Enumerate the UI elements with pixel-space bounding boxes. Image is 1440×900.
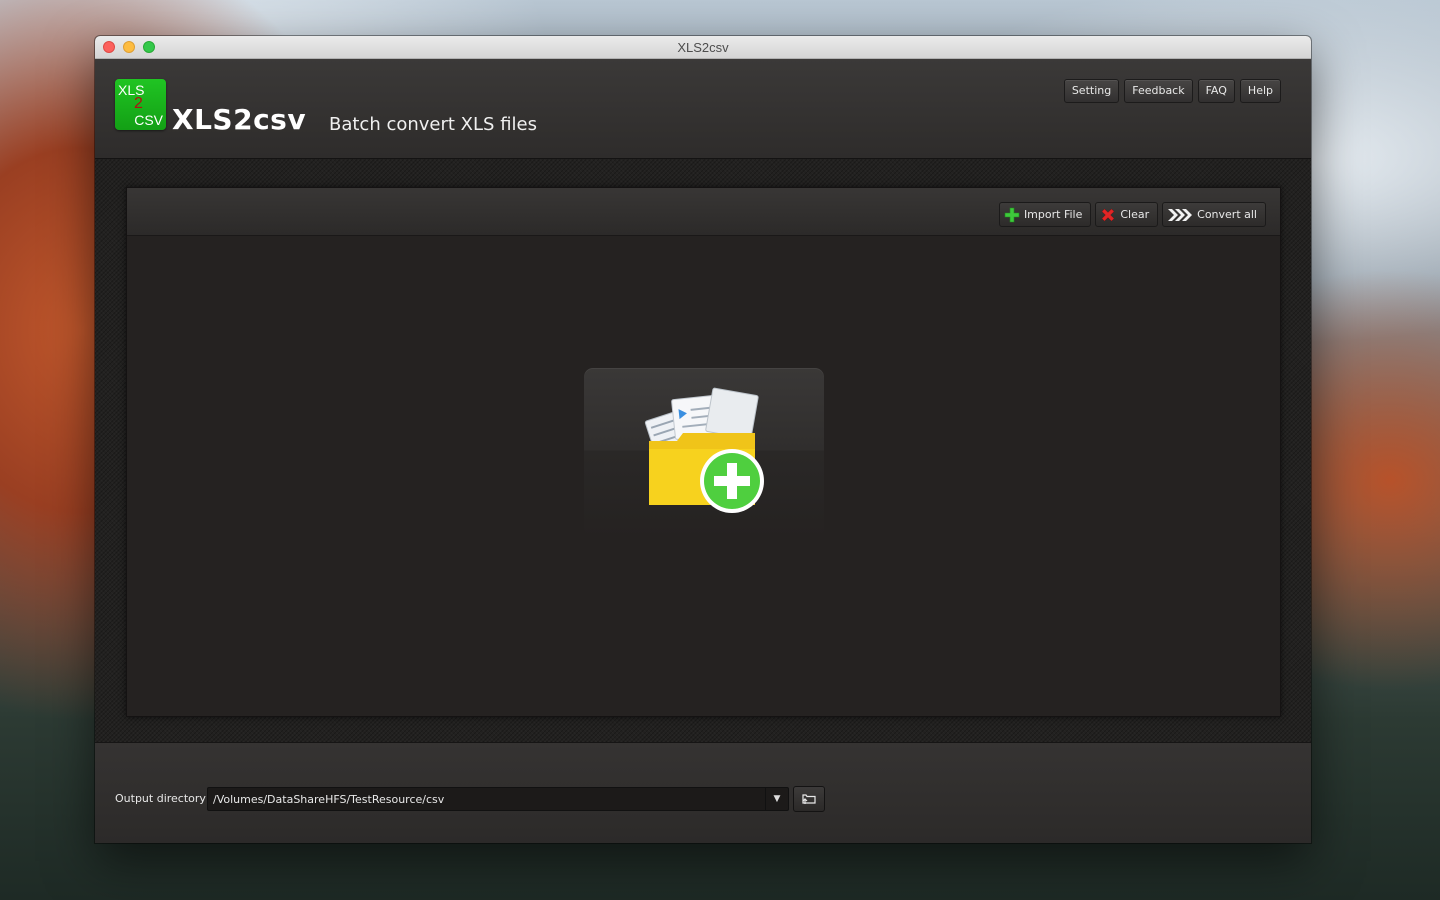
output-directory-value: /Volumes/DataShareHFS/TestResource/csv xyxy=(213,793,445,806)
output-directory-label: Output directory xyxy=(115,792,206,805)
toolbar-buttons: Import File Clear Convert all xyxy=(998,202,1266,227)
add-files-drop-zone[interactable] xyxy=(584,368,824,538)
app-logo: XLS 2 CSV xyxy=(115,79,166,130)
fast-forward-chevrons-icon xyxy=(1168,208,1193,221)
import-file-button[interactable]: Import File xyxy=(998,202,1092,227)
window-title: XLS2csv xyxy=(677,40,729,55)
import-file-label: Import File xyxy=(1023,208,1083,221)
app-tagline: Batch convert XLS files xyxy=(329,114,537,135)
file-list-panel: Import File Clear Convert all xyxy=(126,187,1281,717)
faq-button[interactable]: FAQ xyxy=(1197,79,1235,103)
clear-label: Clear xyxy=(1120,208,1150,221)
header-nav: Setting Feedback FAQ Help xyxy=(1063,79,1281,103)
app-window: XLS2csv XLS 2 CSV XLS2csv Batch convert … xyxy=(95,36,1311,843)
logo-text-2: 2 xyxy=(134,95,143,112)
x-icon xyxy=(1102,208,1115,221)
open-folder-icon xyxy=(802,794,816,804)
convert-all-label: Convert all xyxy=(1197,208,1257,221)
title-bar[interactable]: XLS2csv xyxy=(95,36,1311,59)
logo-text-csv: CSV xyxy=(134,112,163,128)
browse-folder-button[interactable] xyxy=(793,786,825,812)
panel-toolbar: Import File Clear Convert all xyxy=(127,188,1280,236)
app-name: XLS2csv xyxy=(172,103,307,136)
setting-button[interactable]: Setting xyxy=(1063,79,1120,103)
feedback-button[interactable]: Feedback xyxy=(1124,79,1193,103)
output-bar: Output directory /Volumes/DataShareHFS/T… xyxy=(95,742,1311,843)
convert-all-button[interactable]: Convert all xyxy=(1162,202,1266,227)
clear-button[interactable]: Clear xyxy=(1095,202,1159,227)
plus-icon xyxy=(1004,207,1020,222)
app-header: XLS 2 CSV XLS2csv Batch convert XLS file… xyxy=(95,59,1311,159)
dropdown-arrow-icon[interactable]: ▼ xyxy=(765,788,788,810)
work-area: Import File Clear Convert all xyxy=(95,159,1311,742)
help-button[interactable]: Help xyxy=(1239,79,1281,103)
folder-add-icon xyxy=(644,387,764,513)
output-directory-combobox[interactable]: /Volumes/DataShareHFS/TestResource/csv ▼ xyxy=(207,787,789,811)
